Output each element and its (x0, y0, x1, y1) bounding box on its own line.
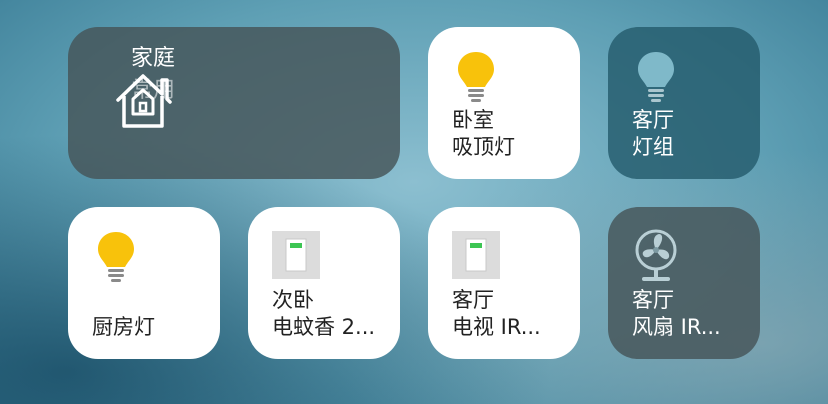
fan-icon (632, 229, 680, 287)
bulb-on-icon (456, 50, 496, 108)
tile-label: 卧室 吸顶灯 (452, 107, 515, 161)
tile-label: 客厅 电视 IR... (452, 287, 541, 341)
tile-device: 灯组 (632, 135, 674, 159)
tile-room: 次卧 (272, 288, 314, 312)
tile-label: 客厅 灯组 (632, 107, 674, 161)
tile-device: 电蚊香 2... (272, 315, 376, 339)
tile-device: 吸顶灯 (452, 135, 515, 159)
tile-room: 卧室 (452, 108, 494, 132)
tile-device: 电视 IR... (452, 315, 541, 339)
scene-subtitle: 常用 (131, 78, 176, 103)
tile-label: 厨房灯 (92, 314, 155, 341)
switch-icon (452, 231, 500, 283)
tile-living-room-tv-ir[interactable]: 客厅 电视 IR... (428, 207, 580, 359)
tile-second-bedroom-mosquito-repeller[interactable]: 次卧 电蚊香 2... (248, 207, 400, 359)
tile-room: 厨房灯 (92, 315, 155, 339)
tile-room: 客厅 (632, 108, 674, 132)
tile-bedroom-ceiling-light[interactable]: 卧室 吸顶灯 (428, 27, 580, 179)
tile-label: 次卧 电蚊香 2... (272, 287, 375, 341)
tile-device: 风扇 IR... (632, 315, 721, 339)
bulb-on-icon (96, 230, 136, 288)
scene-tile-home[interactable] (68, 27, 400, 179)
tile-label: 客厅 风扇 IR... (632, 287, 721, 341)
switch-icon (272, 231, 320, 283)
tile-kitchen-light[interactable]: 厨房灯 (68, 207, 220, 359)
bulb-off-icon (636, 50, 676, 108)
scene-title: 家庭 (131, 46, 176, 71)
tile-room: 客厅 (632, 288, 674, 312)
tile-living-room-light-group[interactable]: 客厅 灯组 (608, 27, 760, 179)
tile-living-room-fan-ir[interactable]: 客厅 风扇 IR... (608, 207, 760, 359)
tile-room: 客厅 (452, 288, 494, 312)
